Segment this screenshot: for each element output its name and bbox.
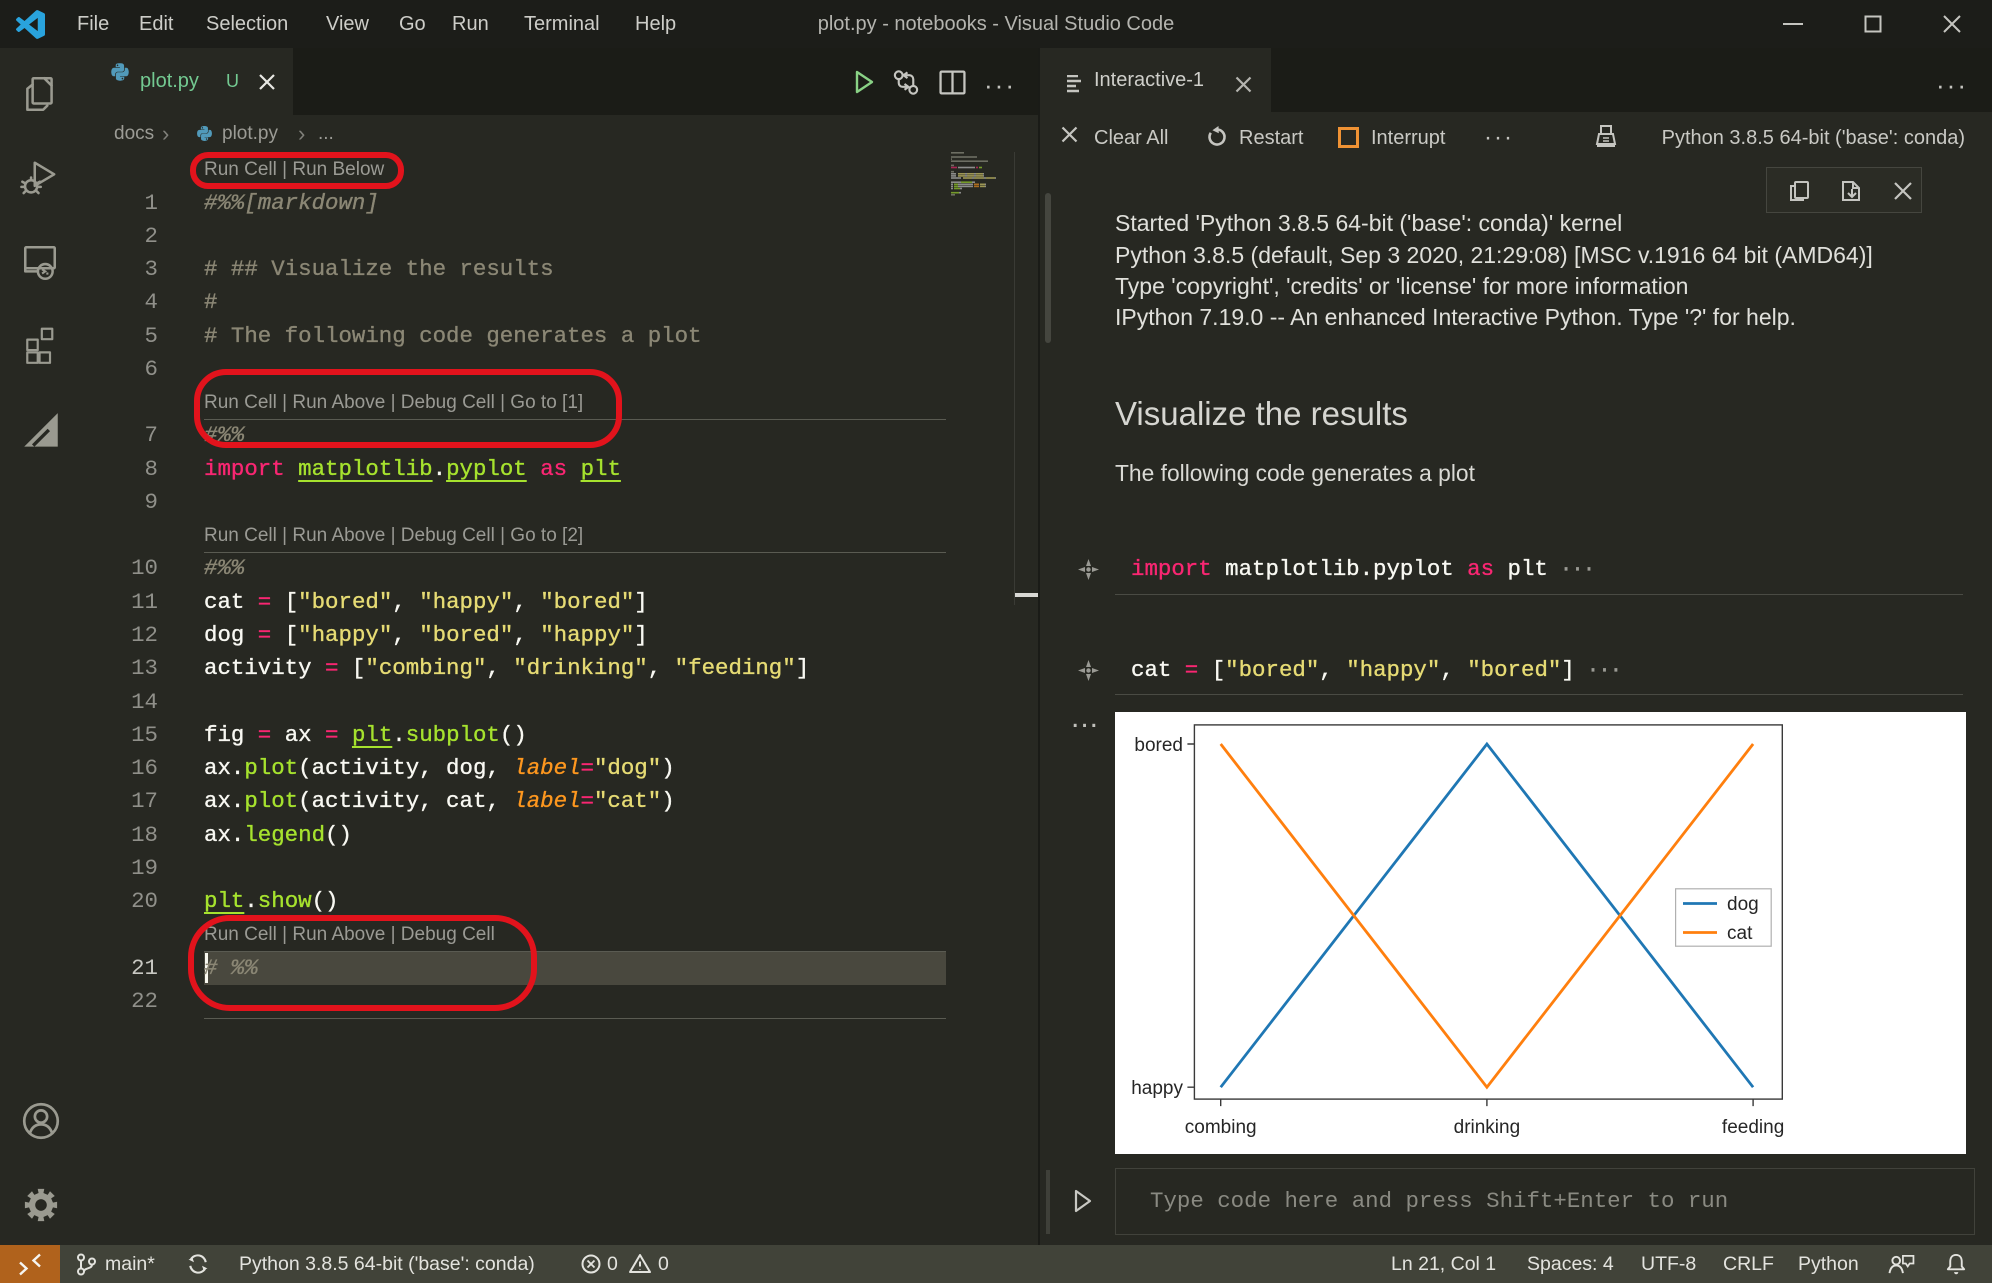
svg-text:dog: dog bbox=[1727, 894, 1759, 915]
svg-text:bored: bored bbox=[1134, 735, 1183, 756]
svg-text:happy: happy bbox=[1131, 1078, 1183, 1099]
svg-text:cat: cat bbox=[1727, 923, 1753, 944]
svg-text:combing: combing bbox=[1185, 1117, 1257, 1138]
svg-text:drinking: drinking bbox=[1454, 1117, 1521, 1138]
svg-text:feeding: feeding bbox=[1722, 1117, 1784, 1138]
